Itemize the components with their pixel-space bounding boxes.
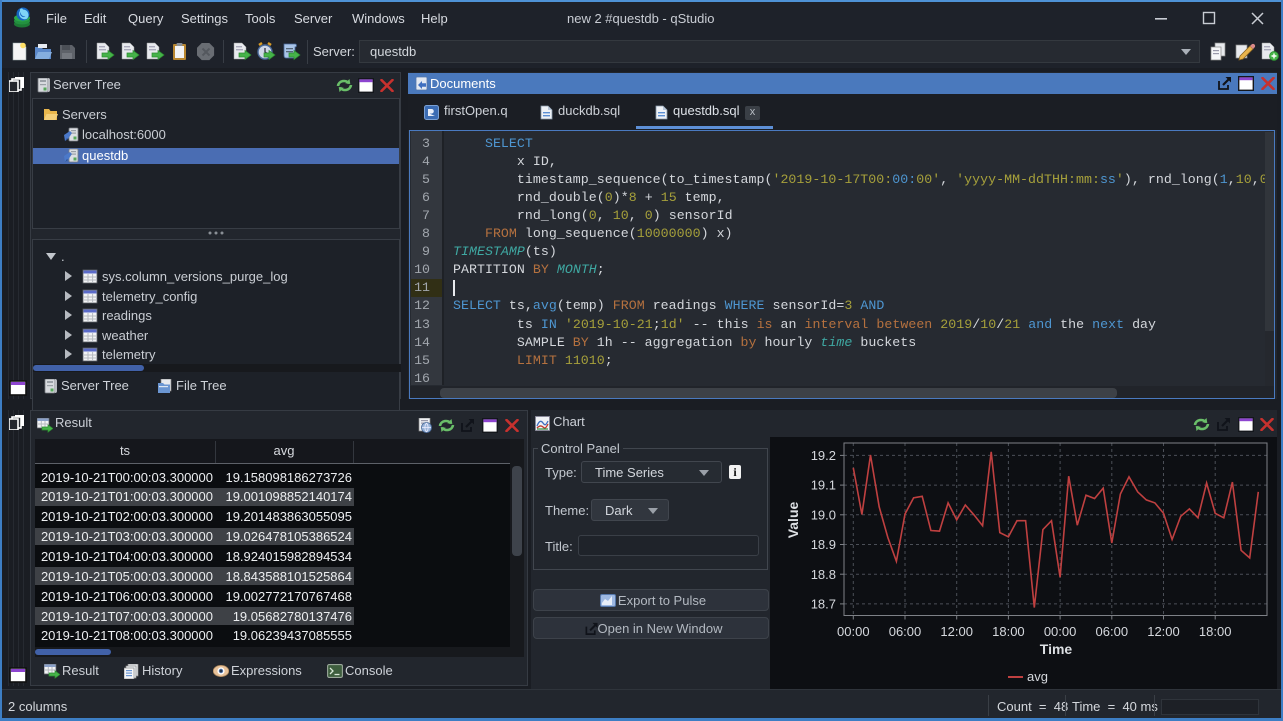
svg-text:00:00: 00:00 (837, 624, 870, 639)
svg-text:Time: Time (1040, 641, 1073, 657)
svg-text:06:00: 06:00 (889, 624, 922, 639)
svg-text:18.9: 18.9 (811, 537, 836, 552)
svg-text:18:00: 18:00 (1199, 624, 1232, 639)
svg-text:avg: avg (1027, 669, 1048, 684)
svg-text:12:00: 12:00 (1147, 624, 1180, 639)
svg-text:19.1: 19.1 (811, 478, 836, 493)
svg-text:19.0: 19.0 (811, 507, 836, 522)
svg-text:19.2: 19.2 (811, 448, 836, 463)
svg-text:06:00: 06:00 (1096, 624, 1129, 639)
svg-text:18.8: 18.8 (811, 567, 836, 582)
svg-text:00:00: 00:00 (1044, 624, 1077, 639)
svg-text:18:00: 18:00 (992, 624, 1025, 639)
svg-text:12:00: 12:00 (940, 624, 973, 639)
svg-text:18.7: 18.7 (811, 597, 836, 612)
svg-text:Value: Value (785, 502, 801, 539)
